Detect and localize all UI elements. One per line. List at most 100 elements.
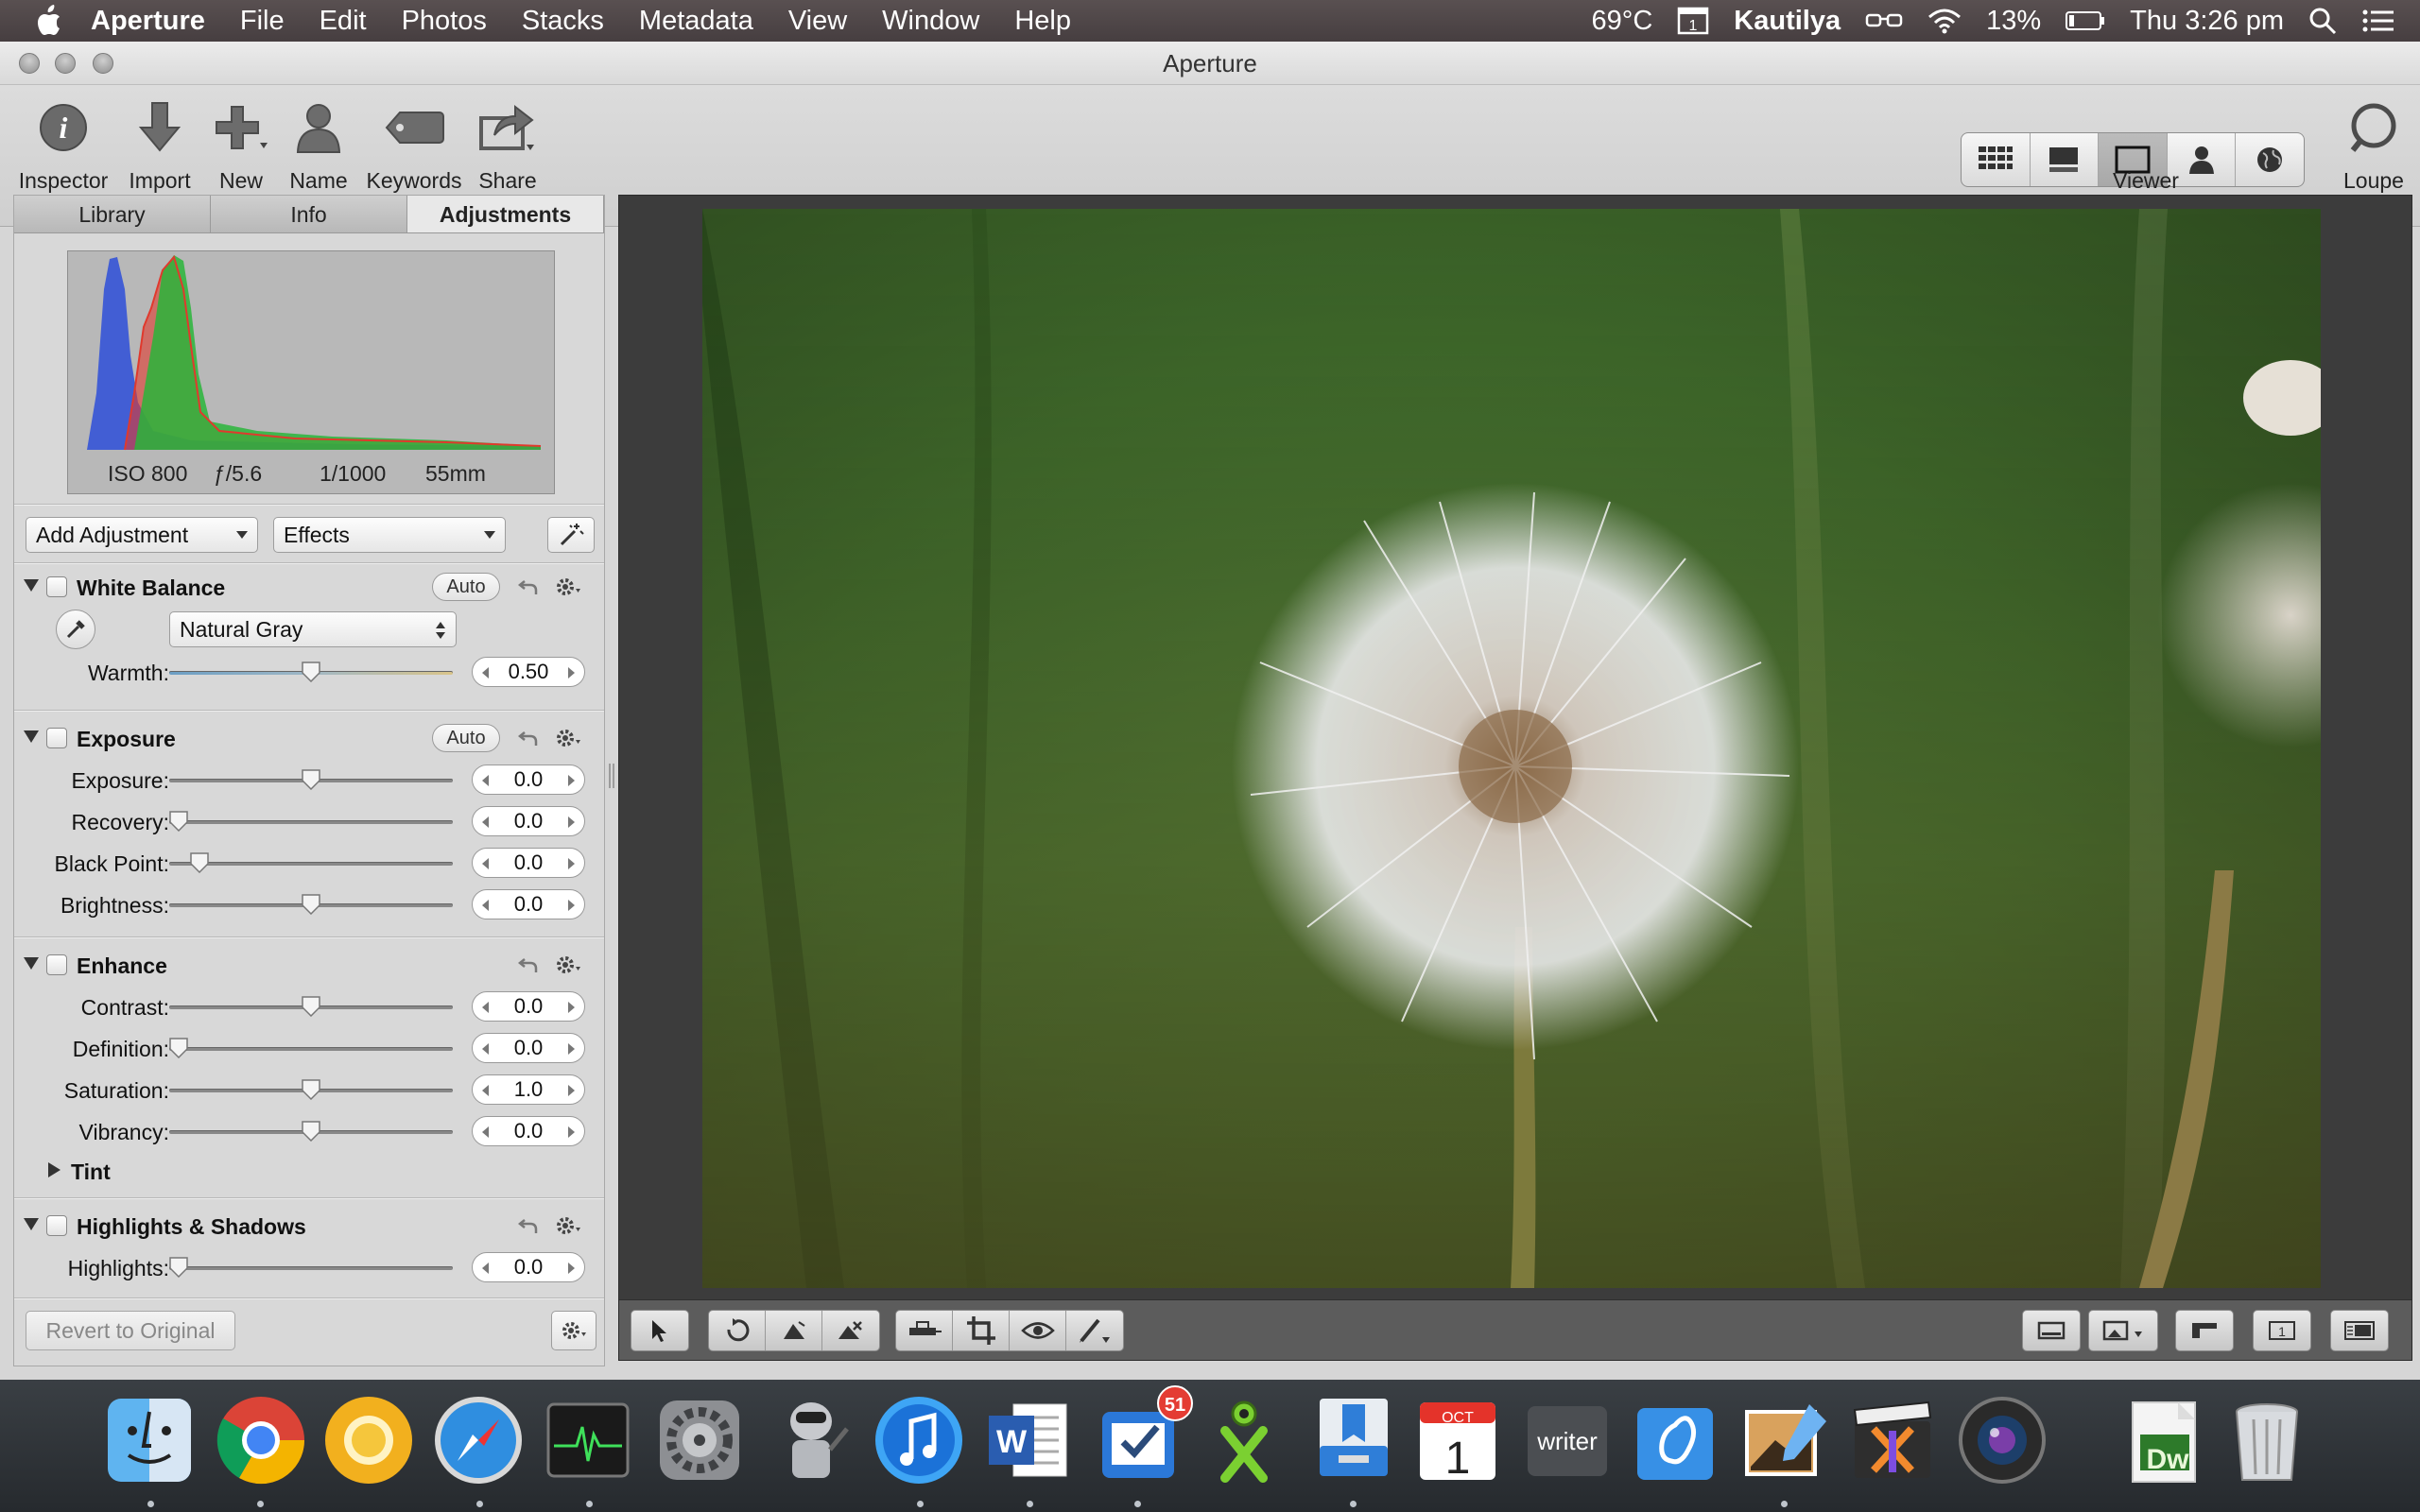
dock-safari[interactable]: [427, 1389, 529, 1491]
disclosure-triangle-icon[interactable]: [48, 1162, 60, 1177]
pointer-tool-button[interactable]: [631, 1311, 688, 1350]
revert-to-original-button[interactable]: Revert to Original: [26, 1311, 235, 1350]
wifi-icon[interactable]: [1927, 8, 1962, 34]
undo-arrow-icon[interactable]: [517, 727, 540, 754]
brightness-slider-knob[interactable]: [302, 894, 320, 915]
notification-center-icon[interactable]: [2361, 8, 2395, 34]
vibrancy-slider-knob[interactable]: [302, 1121, 320, 1142]
undo-arrow-icon[interactable]: [517, 576, 540, 603]
saturation-value-field[interactable]: 1.0: [472, 1074, 585, 1105]
definition-value-field[interactable]: 0.0: [472, 1033, 585, 1063]
dock-system-preferences[interactable]: [648, 1389, 751, 1491]
stamp-tool-button[interactable]: [896, 1311, 953, 1350]
dock-chrome-canary[interactable]: [318, 1389, 420, 1491]
black-point-slider-knob[interactable]: [190, 852, 210, 873]
menu-metadata[interactable]: Metadata: [639, 6, 753, 37]
exposure-slider-knob[interactable]: [302, 769, 320, 790]
quick-fix-menu-button[interactable]: [2089, 1311, 2157, 1350]
menu-stacks[interactable]: Stacks: [522, 6, 604, 37]
browser-view-button[interactable]: [1962, 133, 2031, 186]
adjustments-action-button[interactable]: [551, 1311, 596, 1350]
brightness-value-field[interactable]: 0.0: [472, 889, 585, 919]
black-point-value-field[interactable]: 0.0: [472, 848, 585, 878]
dock-finder[interactable]: [98, 1389, 200, 1491]
quick-brush-button[interactable]: [547, 517, 595, 553]
gear-icon[interactable]: [555, 1214, 581, 1242]
dock-pages[interactable]: [1624, 1389, 1726, 1491]
undo-arrow-icon[interactable]: [517, 954, 540, 981]
dock-itunes[interactable]: [868, 1389, 970, 1491]
contrast-value-field[interactable]: 0.0: [472, 991, 585, 1022]
menu-app-name[interactable]: Aperture: [91, 6, 205, 37]
spotlight-icon[interactable]: [2308, 7, 2337, 35]
tab-info[interactable]: Info: [211, 196, 407, 232]
display-icon[interactable]: 1: [1677, 7, 1709, 35]
temperature-readout[interactable]: 69°C: [1592, 6, 1653, 37]
dock-photo-booth[interactable]: [1951, 1389, 2053, 1491]
add-adjustment-dropdown[interactable]: Add Adjustment: [26, 517, 258, 553]
definition-track[interactable]: [169, 1047, 453, 1051]
effects-dropdown[interactable]: Effects: [273, 517, 506, 553]
definition-slider-knob[interactable]: [169, 1038, 188, 1058]
minimize-button[interactable]: [55, 53, 76, 74]
dock-calendar[interactable]: OCT 1: [1407, 1389, 1509, 1491]
places-button[interactable]: [2236, 133, 2304, 186]
zoom-button[interactable]: [93, 53, 113, 74]
tint-subsection[interactable]: Tint: [14, 1154, 604, 1188]
dock-things[interactable]: 51: [1087, 1385, 1193, 1491]
tab-library[interactable]: Library: [14, 196, 211, 232]
menu-edit[interactable]: Edit: [320, 6, 367, 37]
contrast-slider-knob[interactable]: [302, 996, 320, 1017]
crop-tool-button[interactable]: [953, 1311, 1010, 1350]
menu-photos[interactable]: Photos: [402, 6, 487, 37]
white-balance-checkbox[interactable]: [46, 576, 67, 597]
dock-dreamweaver[interactable]: Dw: [2112, 1389, 2214, 1491]
undo-arrow-icon[interactable]: [517, 1214, 540, 1242]
apple-icon[interactable]: [36, 5, 68, 37]
highlights-slider-knob[interactable]: [169, 1257, 188, 1278]
battery-icon[interactable]: [2066, 10, 2105, 31]
white-balance-auto-button[interactable]: Auto: [432, 573, 500, 601]
vibrancy-value-field[interactable]: 0.0: [472, 1116, 585, 1146]
enhance-checkbox[interactable]: [46, 954, 67, 975]
red-eye-tool-button[interactable]: [1010, 1311, 1066, 1350]
disclosure-triangle-icon[interactable]: [24, 579, 39, 592]
lift-stamp-tool-button[interactable]: [822, 1311, 879, 1350]
dock-trash[interactable]: [2216, 1389, 2318, 1491]
panel-splitter[interactable]: [609, 764, 614, 788]
glasses-icon[interactable]: [1865, 11, 1903, 30]
white-balance-mode-select[interactable]: Natural Gray: [169, 611, 457, 647]
dock-final-cut[interactable]: [1841, 1389, 1944, 1491]
gear-icon[interactable]: [555, 954, 581, 981]
gear-icon[interactable]: [555, 576, 581, 603]
dock-automator[interactable]: [760, 1389, 862, 1491]
filmstrip-button[interactable]: [2023, 1311, 2080, 1350]
disclosure-triangle-icon[interactable]: [24, 1218, 39, 1230]
show-one-button[interactable]: 1: [2254, 1311, 2310, 1350]
rotate-tool-button[interactable]: [709, 1311, 766, 1350]
highlights-value-field[interactable]: 0.0: [472, 1252, 585, 1282]
dock-writer[interactable]: writer: [1516, 1389, 1618, 1491]
dock-word[interactable]: W: [977, 1389, 1080, 1491]
highlights-track[interactable]: [169, 1266, 453, 1270]
disclosure-triangle-icon[interactable]: [24, 730, 39, 743]
dandelion-photo[interactable]: [702, 209, 2321, 1288]
dock-chrome[interactable]: [210, 1389, 312, 1491]
disclosure-triangle-icon[interactable]: [24, 957, 39, 970]
eyedropper-button[interactable]: [56, 610, 95, 649]
exposure-checkbox[interactable]: [46, 728, 67, 748]
menu-file[interactable]: File: [240, 6, 285, 37]
warmth-value-field[interactable]: 0.50: [472, 657, 585, 687]
brush-tool-button[interactable]: [1066, 1311, 1123, 1350]
recovery-value-field[interactable]: 0.0: [472, 806, 585, 836]
straighten-tool-button[interactable]: [766, 1311, 822, 1350]
full-screen-button[interactable]: [2331, 1311, 2388, 1350]
menu-view[interactable]: View: [788, 6, 847, 37]
exposure-auto-button[interactable]: Auto: [432, 724, 500, 752]
user-name[interactable]: Kautilya: [1734, 6, 1841, 37]
dock-activity-monitor[interactable]: [537, 1389, 639, 1491]
exposure-value-field[interactable]: 0.0: [472, 765, 585, 795]
dock-aperture[interactable]: [1734, 1389, 1836, 1491]
saturation-slider-knob[interactable]: [302, 1079, 320, 1100]
highlights-shadows-checkbox[interactable]: [46, 1215, 67, 1236]
